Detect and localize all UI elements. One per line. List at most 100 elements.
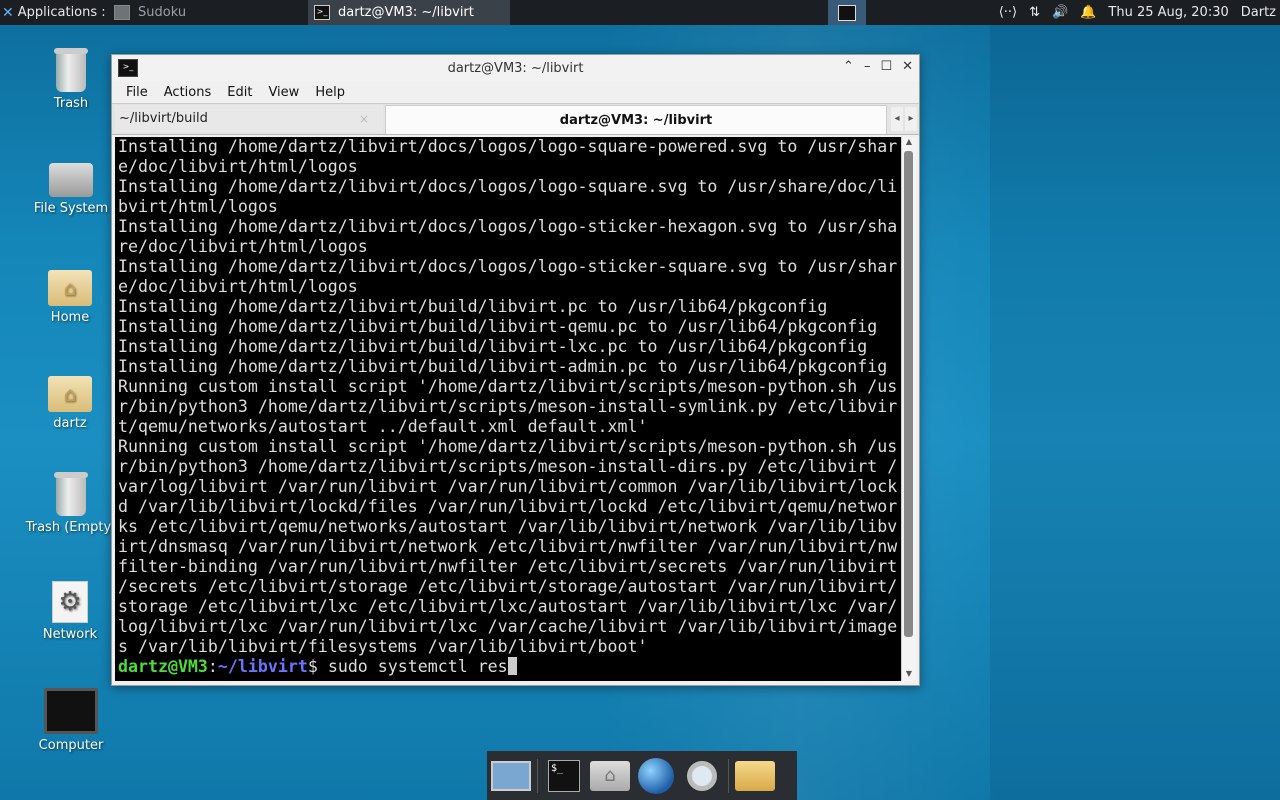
- terminal-line: Running custom install script '/home/dar…: [118, 437, 898, 456]
- tab-scroll-right-icon[interactable]: ▸: [905, 107, 917, 131]
- command-input[interactable]: sudo systemctl res: [318, 657, 508, 676]
- desktop-icon-dartz[interactable]: dartz: [20, 376, 120, 431]
- tab-close-icon[interactable]: ×: [355, 112, 369, 126]
- terminal-line: Installing /home/dartz/libvirt/build/lib…: [118, 337, 868, 356]
- show-desktop-button[interactable]: [491, 756, 531, 796]
- prompt-user: dartz@VM3: [118, 657, 208, 676]
- terminal-launcher[interactable]: $_: [544, 756, 584, 796]
- terminal-line: d /var/lib/libvirt/lockd/files /var/run/…: [118, 497, 898, 516]
- menu-file[interactable]: File: [118, 85, 156, 100]
- taskbar-item-label: Sudoku: [138, 5, 187, 20]
- terminal-line: filter-binding /var/run/libvirt/nwfilter…: [118, 557, 898, 576]
- applications-menu-label: Applications :: [17, 5, 106, 20]
- terminal-line: Installing /home/dartz/libvirt/docs/logo…: [118, 257, 898, 276]
- shade-window-icon[interactable]: ⌃: [843, 59, 854, 74]
- home-folder-icon: [48, 270, 92, 306]
- terminal-line: Installing /home/dartz/libvirt/build/lib…: [118, 317, 878, 336]
- prompt-separator: :: [207, 657, 218, 676]
- sudoku-app-icon: [114, 5, 130, 20]
- app-finder-launcher[interactable]: [682, 756, 722, 796]
- show-desktop-icon: [491, 760, 531, 791]
- terminal-line: bvirt/html/logos: [118, 197, 278, 216]
- menu-help[interactable]: Help: [307, 85, 353, 100]
- desktop-icon-label: Network: [42, 627, 98, 642]
- terminal-output[interactable]: Installing /home/dartz/libvirt/docs/logo…: [115, 137, 903, 681]
- scroll-down-icon[interactable]: ▼: [902, 669, 916, 681]
- applications-menu-button[interactable]: ✕ Applications :: [0, 0, 110, 25]
- tab-scroll-left-icon[interactable]: ◂: [891, 107, 903, 131]
- terminal-line: Running custom install script '/home/dar…: [118, 377, 898, 396]
- menu-bar: File Actions Edit View Help: [112, 81, 919, 103]
- window-title: dartz@VM3: ~/libvirt: [447, 60, 584, 76]
- folder-icon: [735, 760, 775, 791]
- menu-actions[interactable]: Actions: [156, 85, 220, 100]
- terminal-scrollbar[interactable]: ▲ ▼: [901, 137, 916, 681]
- taskbar-item-terminal[interactable]: >_ dartz@VM3: ~/libvirt: [308, 0, 510, 25]
- monitor-icon: [44, 688, 98, 734]
- tab-libvirt-build[interactable]: ~/libvirt/build ×: [115, 105, 383, 132]
- terminal-line: t/qemu/networks/autostart ../default.xml…: [118, 417, 648, 436]
- prompt-symbol: $: [307, 657, 318, 676]
- transfer-icon[interactable]: ⇅: [1029, 5, 1040, 20]
- web-browser-launcher[interactable]: [636, 756, 676, 796]
- desktop-icon-label: Trash (Empty): [25, 520, 117, 535]
- terminal-line: r/bin/python3 /home/dartz/libvirt/script…: [118, 397, 898, 416]
- menu-edit[interactable]: Edit: [219, 85, 260, 100]
- desktop-icon-home[interactable]: Home: [20, 270, 120, 325]
- desktop-icon-label: Trash: [53, 96, 89, 111]
- tab-label: ~/libvirt/build: [119, 111, 208, 126]
- clock[interactable]: Thu 25 Aug, 20:30: [1108, 5, 1228, 20]
- close-icon[interactable]: ✕: [902, 59, 913, 74]
- terminal-icon: $_: [548, 759, 580, 792]
- file-manager-launcher[interactable]: ⌂: [590, 756, 630, 796]
- taskbar-item-sudoku[interactable]: Sudoku: [108, 0, 306, 25]
- folder-launcher[interactable]: [735, 756, 775, 796]
- terminal-line: storage /etc/libvirt/lxc /etc/libvirt/lx…: [118, 597, 898, 616]
- prompt-path: ~/libvirt: [217, 657, 308, 676]
- minimize-icon[interactable]: –: [864, 59, 871, 74]
- top-panel: ✕ Applications : Sudoku >_ dartz@VM3: ~/…: [0, 0, 1280, 25]
- volume-icon[interactable]: 🔊: [1052, 5, 1068, 20]
- drive-icon: [49, 163, 93, 197]
- tab-bar: ~/libvirt/build × dartz@VM3: ~/libvirt ◂…: [112, 103, 919, 135]
- text-cursor: [507, 657, 517, 675]
- window-titlebar[interactable]: >_ dartz@VM3: ~/libvirt ⌃ – ☐ ✕: [112, 55, 919, 81]
- user-menu[interactable]: Dartz: [1241, 5, 1276, 20]
- terminal-line: Installing /home/dartz/libvirt/docs/logo…: [118, 177, 898, 196]
- terminal-line: Installing /home/dartz/libvirt/build/lib…: [118, 357, 888, 376]
- scroll-up-icon[interactable]: ▲: [902, 137, 916, 149]
- desktop-icon-computer[interactable]: Computer: [21, 688, 121, 753]
- trash-icon: [54, 48, 88, 92]
- terminal-prompt-line[interactable]: dartz@VM3:~/libvirt$ sudo systemctl res: [118, 657, 903, 677]
- menu-view[interactable]: View: [260, 85, 307, 100]
- desktop-icon-label: Home: [50, 310, 90, 325]
- maximize-icon[interactable]: ☐: [880, 59, 892, 74]
- home-folder-icon: [48, 376, 92, 412]
- tab-label: dartz@VM3: ~/libvirt: [559, 112, 713, 128]
- workspace-switcher[interactable]: [828, 0, 866, 25]
- terminal-line: irt/dnsmasq /var/run/libvirt/network /et…: [118, 537, 898, 556]
- terminal-line: Installing /home/dartz/libvirt/build/lib…: [118, 297, 828, 316]
- app-finder-icon: [687, 760, 717, 791]
- network-icon[interactable]: ⟨··⟩: [999, 5, 1017, 20]
- terminal-window: >_ dartz@VM3: ~/libvirt ⌃ – ☐ ✕ File Act…: [111, 54, 920, 686]
- terminal-line: r/bin/python3 /home/dartz/libvirt/script…: [118, 457, 898, 476]
- desktop-icon-label: File System: [33, 201, 109, 216]
- trash-icon: [54, 472, 88, 516]
- terminal-line: e/doc/libvirt/html/logos: [118, 157, 358, 176]
- desktop-icon-trash[interactable]: Trash: [21, 48, 121, 111]
- desktop-icon-network[interactable]: ⚙ Network: [20, 581, 120, 642]
- web-browser-icon: [638, 757, 674, 794]
- workspace-window-icon: [838, 4, 856, 21]
- terminal-line: ks /etc/libvirt/qemu/networks/autostart …: [118, 517, 898, 536]
- file-manager-icon: ⌂: [590, 760, 630, 791]
- xfce-logo-icon: ✕: [2, 4, 14, 21]
- network-gear-icon: ⚙: [52, 581, 88, 623]
- terminal-line: re/doc/libvirt/html/logos: [118, 237, 368, 256]
- notification-bell-icon[interactable]: 🔔: [1080, 5, 1096, 20]
- desktop-icon-label: Computer: [38, 738, 104, 753]
- desktop-icon-trash-empty[interactable]: Trash (Empty): [21, 472, 121, 535]
- desktop-icon-file-system[interactable]: File System: [21, 163, 121, 216]
- tab-active-terminal[interactable]: dartz@VM3: ~/libvirt: [385, 105, 887, 134]
- scrollbar-thumb[interactable]: [904, 151, 913, 637]
